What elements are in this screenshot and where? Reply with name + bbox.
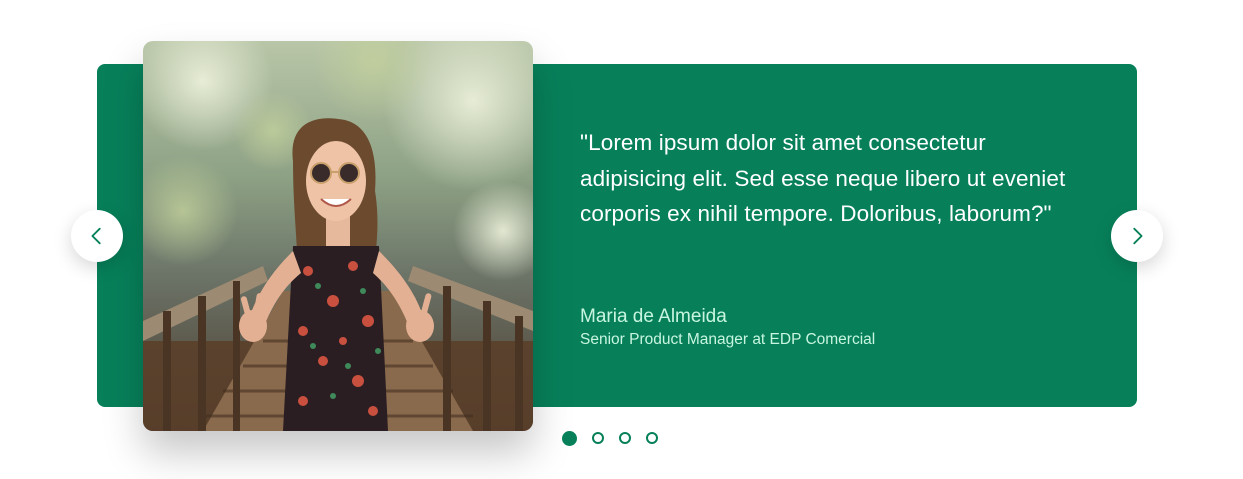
author-role: Senior Product Manager at EDP Comercial [580, 331, 876, 348]
portrait-image [143, 41, 533, 431]
pagination-dot-4[interactable] [646, 432, 658, 444]
next-slide-button[interactable] [1111, 210, 1163, 262]
chevron-left-icon [91, 227, 101, 245]
pagination-dot-2[interactable] [592, 432, 604, 444]
pagination-dots [562, 431, 658, 446]
testimonial-carousel: "Lorem ipsum dolor sit amet consectetur … [0, 0, 1243, 479]
testimonial-photo [143, 41, 533, 431]
author-name: Maria de Almeida [580, 306, 727, 327]
chevron-right-icon [1133, 227, 1143, 245]
previous-slide-button[interactable] [71, 210, 123, 262]
pagination-dot-1[interactable] [562, 431, 577, 446]
testimonial-quote: "Lorem ipsum dolor sit amet consectetur … [580, 130, 1066, 226]
pagination-dot-3[interactable] [619, 432, 631, 444]
